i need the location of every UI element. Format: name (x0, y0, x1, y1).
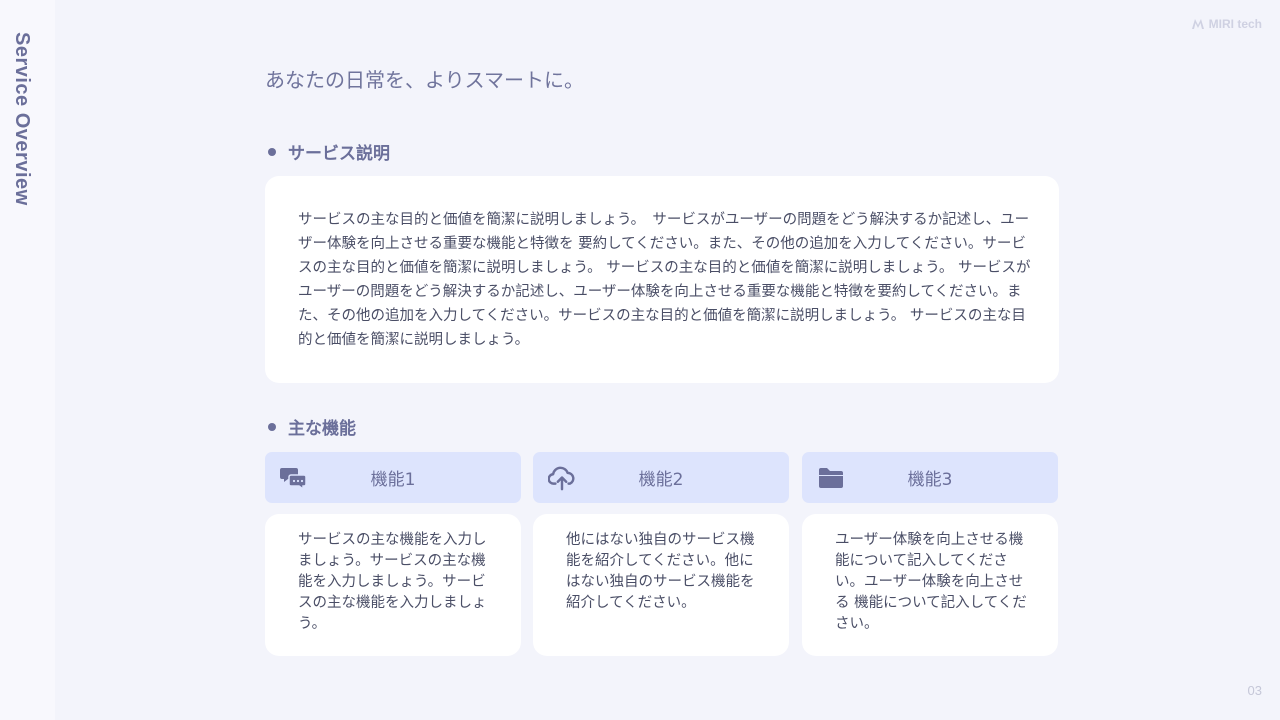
logo-text: MIRI tech (1208, 17, 1262, 31)
feature-title: 機能3 (907, 470, 953, 490)
description-text: サービスの主な目的と価値を簡潔に説明しましょう。 サービスがユーザーの問題をどう… (298, 212, 1031, 348)
section-heading-features: 主な機能 (268, 414, 356, 439)
feature-card-2: 他にはない独自のサービス機能を紹介してください。他にはない独自のサービス機能を紹… (533, 514, 789, 656)
feature-text: ユーザー体験を向上させる機能について記入してください。ユーザー体験を向上させる … (835, 532, 1027, 632)
page-number: 03 (1247, 683, 1262, 698)
feature-card-3: ユーザー体験を向上させる機能について記入してください。ユーザー体験を向上させる … (802, 514, 1058, 656)
feature-header-3: 機能3 (802, 452, 1058, 503)
brand-logo: MIRI tech (1191, 17, 1262, 31)
description-card: サービスの主な目的と価値を簡潔に説明しましょう。 サービスがユーザーの問題をどう… (265, 176, 1059, 383)
side-section-label: Service Overview (11, 32, 33, 206)
logo-mark-icon (1191, 19, 1204, 29)
feature-title: 機能1 (370, 470, 416, 490)
section-title: 主な機能 (288, 419, 356, 439)
section-title: サービス説明 (288, 144, 390, 164)
page-headline: あなたの日常を、よりスマートに。 (265, 68, 584, 92)
feature-header-1: 機能1 (265, 452, 521, 503)
feature-title: 機能2 (638, 470, 684, 490)
bullet-icon (268, 147, 276, 156)
feature-text: 他にはない独自のサービス機能を紹介してください。他にはない独自のサービス機能を紹… (566, 532, 755, 611)
feature-card-1: サービスの主な機能を入力しましょう。サービスの主な機能を入力しましょう。サービス… (265, 514, 521, 656)
bullet-icon (268, 422, 276, 431)
feature-text: サービスの主な機能を入力しましょう。サービスの主な機能を入力しましょう。サービス… (298, 532, 487, 632)
feature-header-2: 機能2 (533, 452, 789, 503)
section-heading-description: サービス説明 (268, 139, 390, 164)
